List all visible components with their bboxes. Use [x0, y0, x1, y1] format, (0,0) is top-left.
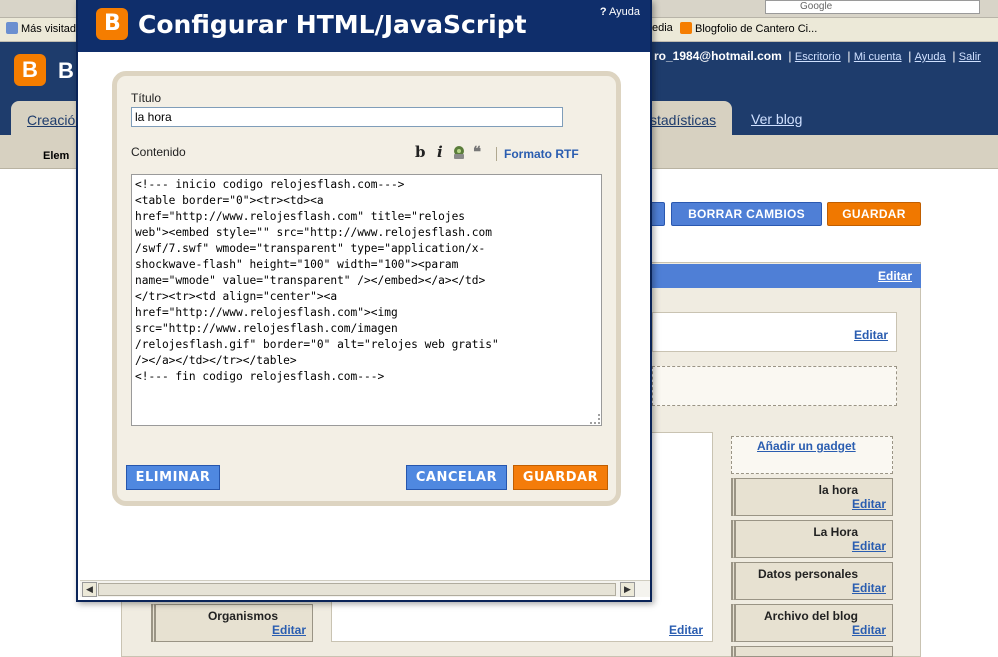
browser-search-box[interactable]: Google	[765, 0, 980, 14]
bookmark-wikipedia[interactable]: edia	[652, 22, 673, 34]
link-sign-out[interactable]: Salir	[959, 51, 981, 63]
blogger-icon: B	[96, 8, 128, 40]
bookmark-icon	[6, 22, 18, 34]
gadget-title: Datos personales	[757, 567, 858, 581]
link-icon[interactable]	[451, 145, 467, 165]
user-bar: ro_1984@hotmail.com | Escritorio | Mi cu…	[654, 49, 981, 63]
dialog-titlebar: B Configurar HTML/JavaScript ? Ayuda	[78, 0, 650, 52]
scroll-right-icon[interactable]: ▶	[620, 582, 635, 597]
delete-button[interactable]: ELIMINAR	[126, 465, 220, 490]
gadget-archivo-blog[interactable]: Archivo del blog Editar	[731, 604, 893, 642]
link-my-account[interactable]: Mi cuenta	[854, 51, 902, 63]
gadget-edit-link[interactable]: Editar	[852, 497, 886, 511]
sub-tab-elementos[interactable]: Elem	[43, 150, 69, 162]
title-input[interactable]: la hora	[131, 107, 563, 127]
gadget-drop-zone[interactable]	[652, 366, 897, 406]
gadget-edit-link[interactable]: Editar	[852, 539, 886, 553]
edit-link[interactable]: Editar	[669, 623, 703, 637]
gadget-config-panel: Título la hora Contenido b i ❝ Formato R…	[112, 71, 621, 506]
gadget-datos-personales[interactable]: Datos personales Editar	[731, 562, 893, 600]
help-label: Ayuda	[609, 6, 640, 18]
gadget-la-hora-1[interactable]: la hora Editar	[731, 478, 893, 516]
scrollbar-thumb[interactable]	[98, 583, 616, 596]
gadget-organismos[interactable]: Organismos Editar	[151, 604, 313, 642]
link-dashboard[interactable]: Escritorio	[795, 51, 841, 63]
bold-icon[interactable]: b	[415, 143, 426, 161]
gadget-partial[interactable]	[731, 646, 893, 657]
scroll-left-icon[interactable]: ◀	[82, 582, 97, 597]
save-button[interactable]: GUARDAR	[513, 465, 608, 490]
html-javascript-dialog: B Configurar HTML/JavaScript ? Ayuda Tít…	[76, 0, 652, 602]
bookmark-blogfolio[interactable]: Blogfolio de Cantero Ci...	[680, 22, 817, 35]
gadget-title: Organismos	[207, 609, 278, 623]
gadget-edit-link[interactable]: Editar	[852, 581, 886, 595]
gadget-title: Archivo del blog	[763, 609, 858, 623]
tab-view-blog[interactable]: Ver blog	[751, 111, 802, 127]
gadget-title: La Hora	[813, 525, 858, 539]
edit-link[interactable]: Editar	[854, 328, 888, 342]
save-layout-button[interactable]: GUARDAR	[827, 202, 921, 226]
blogger-icon	[680, 22, 692, 34]
help-link[interactable]: ? Ayuda	[600, 6, 640, 18]
horizontal-scrollbar[interactable]: ◀ ▶	[80, 580, 650, 597]
dialog-title: Configurar HTML/JavaScript	[138, 10, 527, 39]
user-email: ro_1984@hotmail.com	[654, 49, 782, 63]
blogger-logo-icon[interactable]: B	[14, 54, 46, 86]
resize-handle-icon[interactable]	[590, 414, 600, 424]
quote-icon[interactable]: ❝	[473, 143, 481, 161]
help-icon: ?	[599, 6, 607, 18]
toolbar-divider	[496, 147, 497, 161]
link-help[interactable]: Ayuda	[915, 51, 946, 63]
discard-changes-button[interactable]: BORRAR CAMBIOS	[671, 202, 822, 226]
bookmark-label: Blogfolio de Cantero Ci...	[695, 23, 818, 35]
rich-text-link[interactable]: Formato RTF	[504, 147, 579, 161]
italic-icon[interactable]: i	[437, 143, 443, 161]
cancel-button[interactable]: CANCELAR	[406, 465, 507, 490]
title-label: Título	[131, 91, 162, 105]
content-textarea[interactable]: <!--- inicio codigo relojesflash.com--->…	[131, 174, 602, 426]
gadget-edit-link[interactable]: Editar	[852, 623, 886, 637]
gadget-la-hora-2[interactable]: La Hora Editar	[731, 520, 893, 558]
blogger-logo-text: B	[58, 58, 74, 83]
content-label: Contenido	[131, 145, 186, 159]
gadget-edit-link[interactable]: Editar	[272, 623, 306, 637]
add-gadget-link[interactable]: Añadir un gadget	[757, 439, 856, 453]
gadget-title: la hora	[818, 483, 858, 497]
edit-header-link[interactable]: Editar	[878, 269, 912, 283]
